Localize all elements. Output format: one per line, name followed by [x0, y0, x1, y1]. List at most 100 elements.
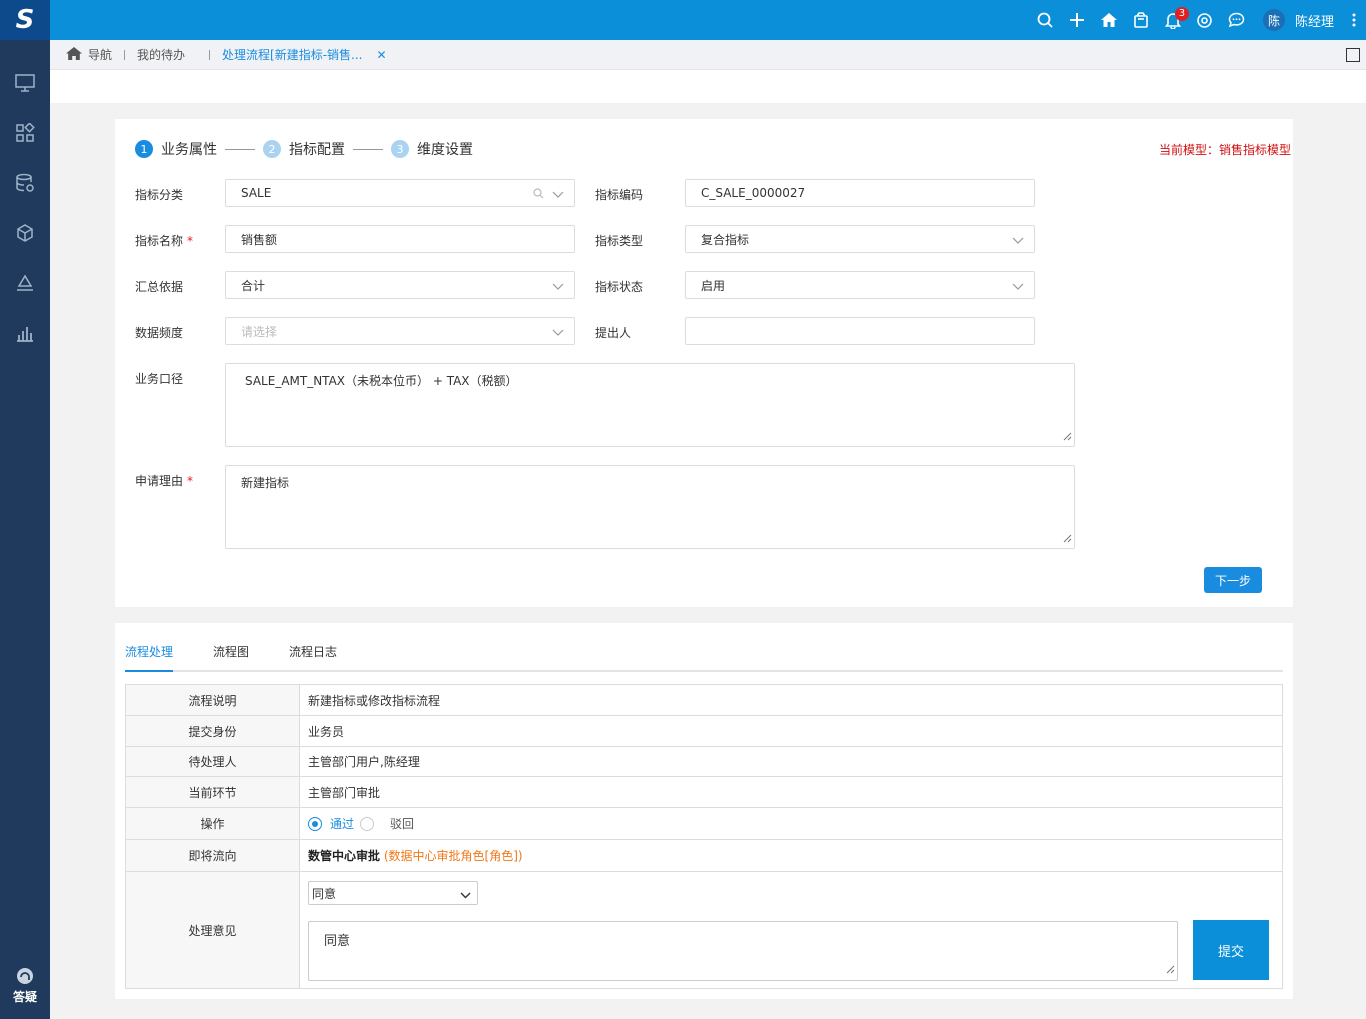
status-select[interactable]: 启用	[685, 271, 1035, 299]
code-input[interactable]: C_SALE_0000027	[685, 179, 1035, 207]
chevron-down-icon	[552, 326, 564, 340]
opinion-textarea[interactable]: 同意	[308, 921, 1178, 981]
caliber-label: 业务口径	[135, 372, 184, 386]
action-options: 通过 驳回	[299, 807, 1283, 840]
maximize-icon[interactable]	[1346, 48, 1360, 62]
step-indicator: 1 业务属性 2 指标配置 3 维度设置	[135, 139, 473, 159]
row-key: 流程说明	[125, 684, 300, 716]
help-label: 答疑	[12, 990, 37, 1004]
apps-icon[interactable]	[0, 108, 50, 158]
tab-todo[interactable]: 我的待办	[127, 46, 195, 63]
search-icon[interactable]	[1029, 0, 1061, 40]
opinion-text: 同意	[324, 934, 351, 949]
category-select[interactable]: SALE	[225, 179, 575, 207]
table-row: 提交身份 业务员	[125, 715, 1283, 747]
process-tabs: 流程处理 流程图 流程日志	[125, 643, 1283, 672]
username[interactable]: 陈经理	[1295, 11, 1334, 30]
status-value: 启用	[701, 278, 726, 293]
bag-icon[interactable]	[1125, 0, 1157, 40]
notification-badge: 3	[1174, 7, 1189, 21]
help-entry[interactable]: 答疑	[0, 967, 50, 1005]
next-step-button[interactable]: 下一步	[1204, 567, 1262, 593]
table-row: 待处理人 主管部门用户,陈经理	[125, 746, 1283, 777]
sidebar: 答疑	[0, 40, 50, 1019]
step-label[interactable]: 维度设置	[417, 139, 473, 159]
app-logo[interactable]: S	[0, 0, 50, 40]
step-number[interactable]: 1	[135, 140, 153, 158]
tab-bar: 导航 我的待办 处理流程[新建指标-销售... ✕	[50, 40, 1366, 70]
freq-placeholder: 请选择	[241, 324, 278, 339]
step-label[interactable]: 业务属性	[161, 139, 217, 159]
radio-reject[interactable]	[360, 816, 375, 831]
category-label: 指标分类	[135, 188, 184, 202]
tab-flow-log[interactable]: 流程日志	[289, 643, 337, 670]
type-value: 复合指标	[701, 232, 750, 247]
more-icon[interactable]	[1342, 0, 1366, 40]
row-value: 主管部门审批	[299, 776, 1283, 808]
freq-label: 数据频度	[135, 326, 184, 340]
chevron-down-icon	[460, 888, 471, 902]
table-row: 即将流向 数管中心审批 (数据中心审批角色[角色])	[125, 839, 1283, 872]
home-icon[interactable]	[1093, 0, 1125, 40]
layers-icon[interactable]	[0, 258, 50, 308]
tab-divider	[209, 49, 211, 60]
step-number[interactable]: 2	[263, 140, 281, 158]
opinion-select[interactable]: 同意	[308, 881, 478, 905]
code-label: 指标编码	[595, 188, 644, 202]
row-key: 提交身份	[125, 715, 300, 747]
chevron-down-icon	[552, 188, 564, 202]
agg-select[interactable]: 合计	[225, 271, 575, 299]
cube-icon[interactable]	[0, 208, 50, 258]
chat-icon[interactable]	[1221, 0, 1253, 40]
row-value: 主管部门用户,陈经理	[299, 746, 1283, 777]
type-select[interactable]: 复合指标	[685, 225, 1035, 253]
caliber-textarea[interactable]: SALE_AMT_NTAX（未税本位币） + TAX（税额）	[225, 363, 1075, 447]
tab-flow-chart[interactable]: 流程图	[213, 643, 249, 670]
row-value: 新建指标或修改指标流程	[299, 684, 1283, 716]
radio-pass[interactable]	[308, 816, 322, 831]
radio-reject-label[interactable]: 驳回	[390, 817, 414, 831]
reason-value: 新建指标	[241, 476, 290, 490]
next-node-cell: 数管中心审批 (数据中心审批角色[角色])	[299, 839, 1283, 872]
step-number[interactable]: 3	[391, 140, 409, 158]
agg-value: 合计	[241, 278, 266, 293]
tab-process-handle[interactable]: 流程处理	[125, 643, 174, 672]
monitor-icon[interactable]	[0, 58, 50, 108]
row-key: 待处理人	[125, 746, 300, 777]
database-icon[interactable]	[0, 158, 50, 208]
close-icon[interactable]: ✕	[377, 48, 387, 62]
status-label: 指标状态	[595, 280, 644, 294]
proposer-input[interactable]	[685, 317, 1035, 345]
category-value: SALE	[241, 186, 272, 200]
opinion-select-value: 同意	[312, 886, 337, 901]
table-row: 流程说明 新建指标或修改指标流程	[125, 684, 1283, 716]
name-input[interactable]: 销售额	[225, 225, 575, 253]
search-icon[interactable]	[533, 188, 544, 202]
step-connector	[353, 148, 383, 150]
tab-process[interactable]: 处理流程[新建指标-销售... ✕	[212, 46, 397, 63]
resize-grip-icon[interactable]	[1166, 963, 1175, 978]
name-label: 指标名称 *	[135, 234, 194, 248]
step-label[interactable]: 指标配置	[289, 139, 345, 159]
agg-label: 汇总依据	[135, 280, 184, 294]
process-card: 流程处理 流程图 流程日志 流程说明 新建指标或修改指标流程 提交身份 业务员 …	[115, 623, 1293, 999]
row-key: 操作	[125, 807, 300, 840]
row-key: 当前环节	[125, 776, 300, 808]
radio-pass-label[interactable]: 通过	[330, 817, 354, 831]
plus-icon[interactable]	[1061, 0, 1093, 40]
reason-textarea[interactable]: 新建指标	[225, 465, 1075, 549]
bell-icon[interactable]: 3	[1157, 0, 1189, 40]
proposer-label: 提出人	[595, 326, 632, 340]
top-bar: S 3 陈 陈经理	[0, 0, 1366, 40]
freq-select[interactable]: 请选择	[225, 317, 575, 345]
avatar[interactable]: 陈	[1262, 9, 1285, 31]
settings-icon[interactable]	[1189, 0, 1221, 40]
resize-grip-icon[interactable]	[1063, 430, 1072, 444]
next-role: (数据中心审批角色[角色])	[383, 849, 523, 863]
resize-grip-icon[interactable]	[1063, 532, 1072, 546]
code-value: C_SALE_0000027	[701, 186, 806, 200]
submit-button[interactable]: 提交	[1193, 920, 1269, 980]
tab-nav[interactable]: 导航	[50, 46, 122, 63]
chart-icon[interactable]	[0, 308, 50, 358]
tab-todo-label: 我的待办	[137, 48, 186, 62]
